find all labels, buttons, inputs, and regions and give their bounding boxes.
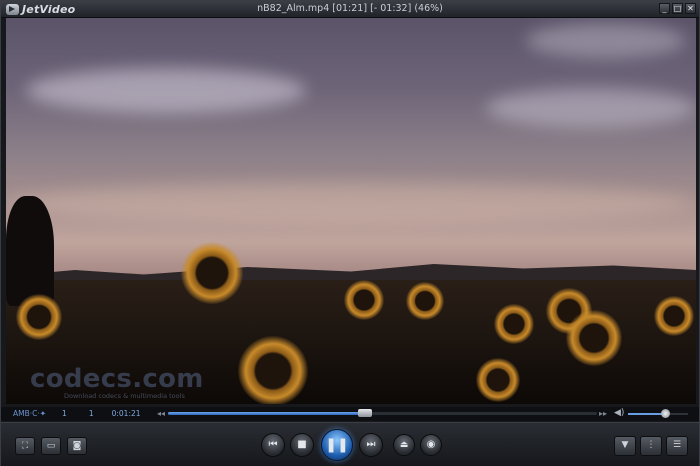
minimize-button[interactable]: _ <box>659 3 670 14</box>
sunflower <box>344 280 384 320</box>
seek-back-icon[interactable]: ◂◂ <box>157 409 165 419</box>
playlist-icon: ☰ <box>672 440 682 450</box>
playlist-button[interactable]: ☰ <box>666 436 688 456</box>
fullscreen-icon: ⛶ <box>21 441 29 451</box>
snapshot-button[interactable]: ◙ <box>67 437 87 455</box>
volume-slider[interactable] <box>628 409 688 418</box>
previous-icon: ⏮ <box>268 439 278 450</box>
sunflower <box>181 242 243 304</box>
watermark-logo: codecs.com <box>30 364 204 394</box>
open-file-button[interactable]: ⏏ <box>393 434 415 456</box>
open-folder-icon: ⏏ <box>399 440 409 450</box>
window-title: nB82_Alm.mp4 [01:21] [- 01:32] (46%) <box>257 3 443 14</box>
tree-silhouette <box>6 196 54 306</box>
seek-slider[interactable] <box>168 409 597 417</box>
cloud-shape <box>486 88 696 128</box>
dropdown-menu-icon: ▼ <box>621 440 629 450</box>
sunflower <box>566 310 622 366</box>
cloud-shape <box>26 68 306 113</box>
current-time: 0:01:21 <box>111 409 141 418</box>
control-bar: ⛶ ▭ ◙ ⏮ ■ ❚❚ ⏭ ⏏ ◉ ▼ ⋮ ☰ <box>1 422 699 466</box>
sunflower <box>494 304 534 344</box>
title-bar[interactable]: JetVideo nB82_Alm.mp4 [01:21] [- 01:32] … <box>1 1 699 18</box>
maximize-button[interactable]: □ <box>672 3 683 14</box>
stop-button[interactable]: ■ <box>290 433 314 457</box>
mode-label[interactable]: AMB·C·✦ <box>13 409 46 419</box>
info-field-2: 1 <box>88 409 94 418</box>
window-controls: _ □ ✕ <box>659 3 696 14</box>
info-field-1: 1 <box>62 409 67 418</box>
watermark-tagline: Download codecs & multimedia tools <box>64 392 185 400</box>
seek-progress <box>168 412 366 415</box>
seek-row: AMB·C·✦ 1 1 0:01:21 ◂◂ ▸▸ ◀) <box>1 407 699 421</box>
disc-icon: ◉ <box>426 439 436 450</box>
sunflower <box>654 296 694 336</box>
info-button[interactable]: ⋮ <box>640 436 662 456</box>
sunflower <box>476 358 520 402</box>
stop-icon: ■ <box>297 439 307 450</box>
volume-level <box>628 413 666 415</box>
seek-forward-icon[interactable]: ▸▸ <box>599 409 607 419</box>
playback-info: AMB·C·✦ 1 1 0:01:21 <box>13 409 141 419</box>
seek-handle[interactable] <box>358 409 373 417</box>
open-disc-button[interactable]: ◉ <box>420 434 442 456</box>
menu-dropdown-button[interactable]: ▼ <box>614 436 636 456</box>
next-button[interactable]: ⏭ <box>359 433 383 457</box>
sunflower <box>238 336 308 404</box>
next-icon: ⏭ <box>366 439 376 450</box>
watermark: codecs.com Download codecs & multimedia … <box>30 366 204 400</box>
jetvideo-window: JetVideo nB82_Alm.mp4 [01:21] [- 01:32] … <box>0 0 700 466</box>
volume-handle[interactable] <box>661 409 671 418</box>
volume-icon[interactable]: ◀) <box>614 408 624 418</box>
pause-icon: ❚❚ <box>325 437 349 453</box>
sunflower <box>406 282 444 320</box>
cloud-shape <box>526 23 686 58</box>
video-frame[interactable]: codecs.com Download codecs & multimedia … <box>6 18 696 404</box>
window-mode-button[interactable]: ▭ <box>41 437 61 455</box>
pause-button[interactable]: ❚❚ <box>321 429 353 461</box>
previous-button[interactable]: ⏮ <box>261 433 285 457</box>
window-mode-icon: ▭ <box>46 441 56 451</box>
fullscreen-button[interactable]: ⛶ <box>15 437 35 455</box>
snapshot-icon: ◙ <box>72 441 82 451</box>
info-icon: ⋮ <box>646 440 656 450</box>
close-button[interactable]: ✕ <box>685 3 696 14</box>
horizon-glow <box>6 183 696 223</box>
sunflower <box>16 294 62 340</box>
